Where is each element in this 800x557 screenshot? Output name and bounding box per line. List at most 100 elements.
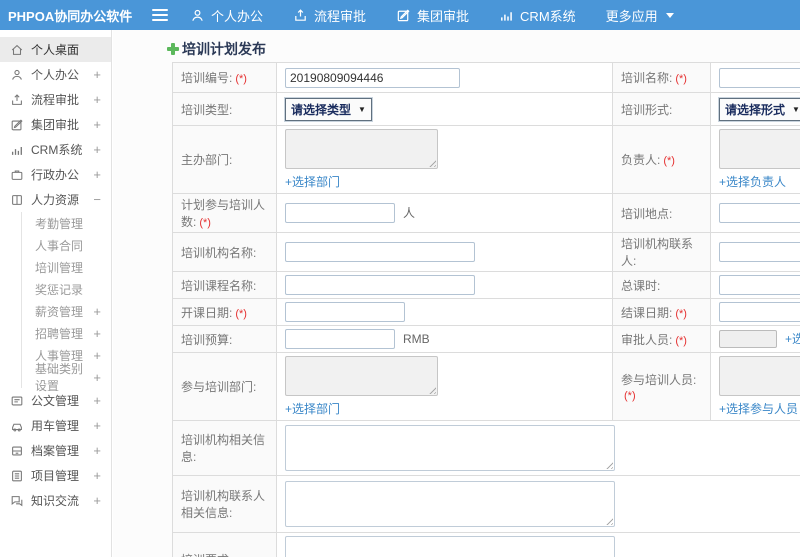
sidebar-item-label: CRM系统 [31,143,83,157]
submenu-item-label: 基础类别设置 [35,362,84,393]
sidebar-item-personal-office[interactable]: 个人办公 + [0,62,111,87]
join-people-textarea[interactable] [719,356,800,396]
caret-down-icon: ▼ [792,104,800,114]
expand-icon[interactable]: + [93,348,101,363]
book-icon [10,193,24,207]
sidebar-item-label: 公文管理 [31,394,80,408]
expand-icon[interactable]: + [93,167,101,182]
submenu-item-salary[interactable]: 薪资管理 + [22,300,111,322]
sidebar-item-knowledge[interactable]: 知识交流 + [0,488,111,513]
nav-flow-approval[interactable]: 流程审批 [293,6,366,25]
table-row: 培训编号:(*) 培训名称:(*) [172,62,800,93]
nav-label: CRM系统 [520,8,576,24]
app-window: PHPOA协同办公软件 个人办公 流程审批 集团审批 CRM系统 更多应用 个人… [0,0,800,557]
host-dept-textarea[interactable] [285,129,438,169]
trainee-count-input[interactable] [285,203,395,223]
brand-title: PHPOA协同办公软件 [8,8,133,24]
nav-group-approval[interactable]: 集团审批 [396,6,469,25]
select-value: 请选择形式 [725,102,786,117]
expand-icon[interactable]: + [93,142,101,157]
training-name-input[interactable] [719,67,800,88]
sidebar-item-crm[interactable]: CRM系统 + [0,137,111,162]
sidebar-item-vehicle[interactable]: 用车管理 + [0,413,111,438]
field-label: 负责人: [621,153,661,167]
table-row: 培训类型: 请选择类型 ▼ 培训形式: 请选择形式 ▼ [172,92,800,126]
top-navigation: 个人办公 流程审批 集团审批 CRM系统 更多应用 [190,6,674,25]
collapse-icon[interactable]: − [93,192,101,207]
expand-icon[interactable]: + [93,326,101,341]
expand-icon[interactable]: + [93,393,101,408]
submenu-item-label: 培训管理 [35,260,84,275]
submenu-item-reward[interactable]: 奖惩记录 [22,278,111,300]
training-form-table: 培训编号:(*) 培训名称:(*) 培训类型: 请选择类型 ▼ 培训形式: 请选 [172,62,800,557]
expand-icon[interactable]: + [93,443,101,458]
submenu-item-label: 考勤管理 [35,216,84,231]
expand-icon[interactable]: + [93,67,101,82]
select-value: 请选择类型 [291,102,352,117]
expand-icon[interactable]: + [93,92,101,107]
edit-icon [10,118,24,132]
total-hours-input[interactable] [719,275,800,295]
sidebar-item-project[interactable]: 项目管理 + [0,463,111,488]
sidebar-item-flow-approval[interactable]: 流程审批 + [0,87,111,112]
training-place-input[interactable] [719,203,800,223]
sidebar-item-label: 行政办公 [31,168,80,182]
training-require-textarea[interactable] [285,536,615,557]
end-date-input[interactable] [719,302,800,322]
expand-icon[interactable]: + [93,370,101,385]
field-label: 培训机构相关信息: [181,433,266,464]
submenu-item-hr-contract[interactable]: 人事合同 [22,234,111,256]
start-date-input[interactable] [285,302,405,322]
expand-icon[interactable]: + [93,304,101,319]
training-type-select[interactable]: 请选择类型 ▼ [285,97,372,121]
nav-label: 个人办公 [211,8,264,24]
expand-icon[interactable]: + [93,493,101,508]
join-dept-textarea[interactable] [285,356,438,396]
approver-input[interactable] [719,330,777,349]
org-contact-input[interactable] [719,242,800,262]
sidebar-item-document[interactable]: 公文管理 + [0,388,111,413]
expand-icon[interactable]: + [93,117,101,132]
nav-crm-system[interactable]: CRM系统 [499,6,576,25]
expand-icon[interactable]: + [93,468,101,483]
org-info-textarea[interactable] [285,425,615,471]
required-mark: (*) [235,307,247,320]
sidebar-item-archive[interactable]: 档案管理 + [0,438,111,463]
select-join-dept-link[interactable]: +选择部门 [285,400,340,417]
budget-input[interactable] [285,329,395,349]
training-mode-select[interactable]: 请选择形式 ▼ [719,97,800,121]
submenu-item-base-category[interactable]: 基础类别设置 + [22,362,111,393]
sidebar-item-admin-office[interactable]: 行政办公 + [0,162,111,187]
bar-chart-icon [10,143,24,157]
leader-textarea[interactable] [719,129,800,169]
field-label: 审批人员: [621,332,673,347]
nav-personal-office[interactable]: 个人办公 [190,6,263,25]
submenu-item-recruit[interactable]: 招聘管理 + [22,322,111,344]
course-name-input[interactable] [285,275,475,295]
required-mark: (*) [235,73,247,85]
nav-more-apps[interactable]: 更多应用 [606,6,674,25]
sidebar-item-group-approval[interactable]: 集团审批 + [0,112,111,137]
unit-label: RMB [403,332,430,346]
hamburger-menu-icon[interactable] [152,9,168,21]
sidebar-item-label: 个人桌面 [31,43,80,57]
submenu-item-attendance[interactable]: 考勤管理 [22,212,111,234]
field-label: 培训课程名称: [181,278,257,293]
sidebar-item-desktop[interactable]: 个人桌面 [0,37,111,62]
select-leader-link[interactable]: +选择负责人 [719,173,786,190]
sidebar-item-label: 人力资源 [31,193,80,207]
sidebar-item-label: 用车管理 [31,419,80,433]
sidebar-item-label: 项目管理 [31,469,80,483]
org-name-input[interactable] [285,242,475,262]
select-approver-link[interactable]: +选择审批人员 [785,332,800,346]
expand-icon[interactable]: + [93,418,101,433]
submenu-item-training[interactable]: 培训管理 [22,256,111,278]
select-dept-link[interactable]: +选择部门 [285,173,340,190]
training-no-input[interactable] [285,67,460,88]
select-join-people-link[interactable]: +选择参与人员 [719,400,798,417]
sidebar-item-hr[interactable]: 人力资源 − [0,187,111,212]
sidebar-item-label: 个人办公 [31,68,80,82]
org-contact-info-textarea[interactable] [285,481,615,527]
user-icon [10,68,24,82]
field-label: 培训机构联系人: [621,237,694,268]
